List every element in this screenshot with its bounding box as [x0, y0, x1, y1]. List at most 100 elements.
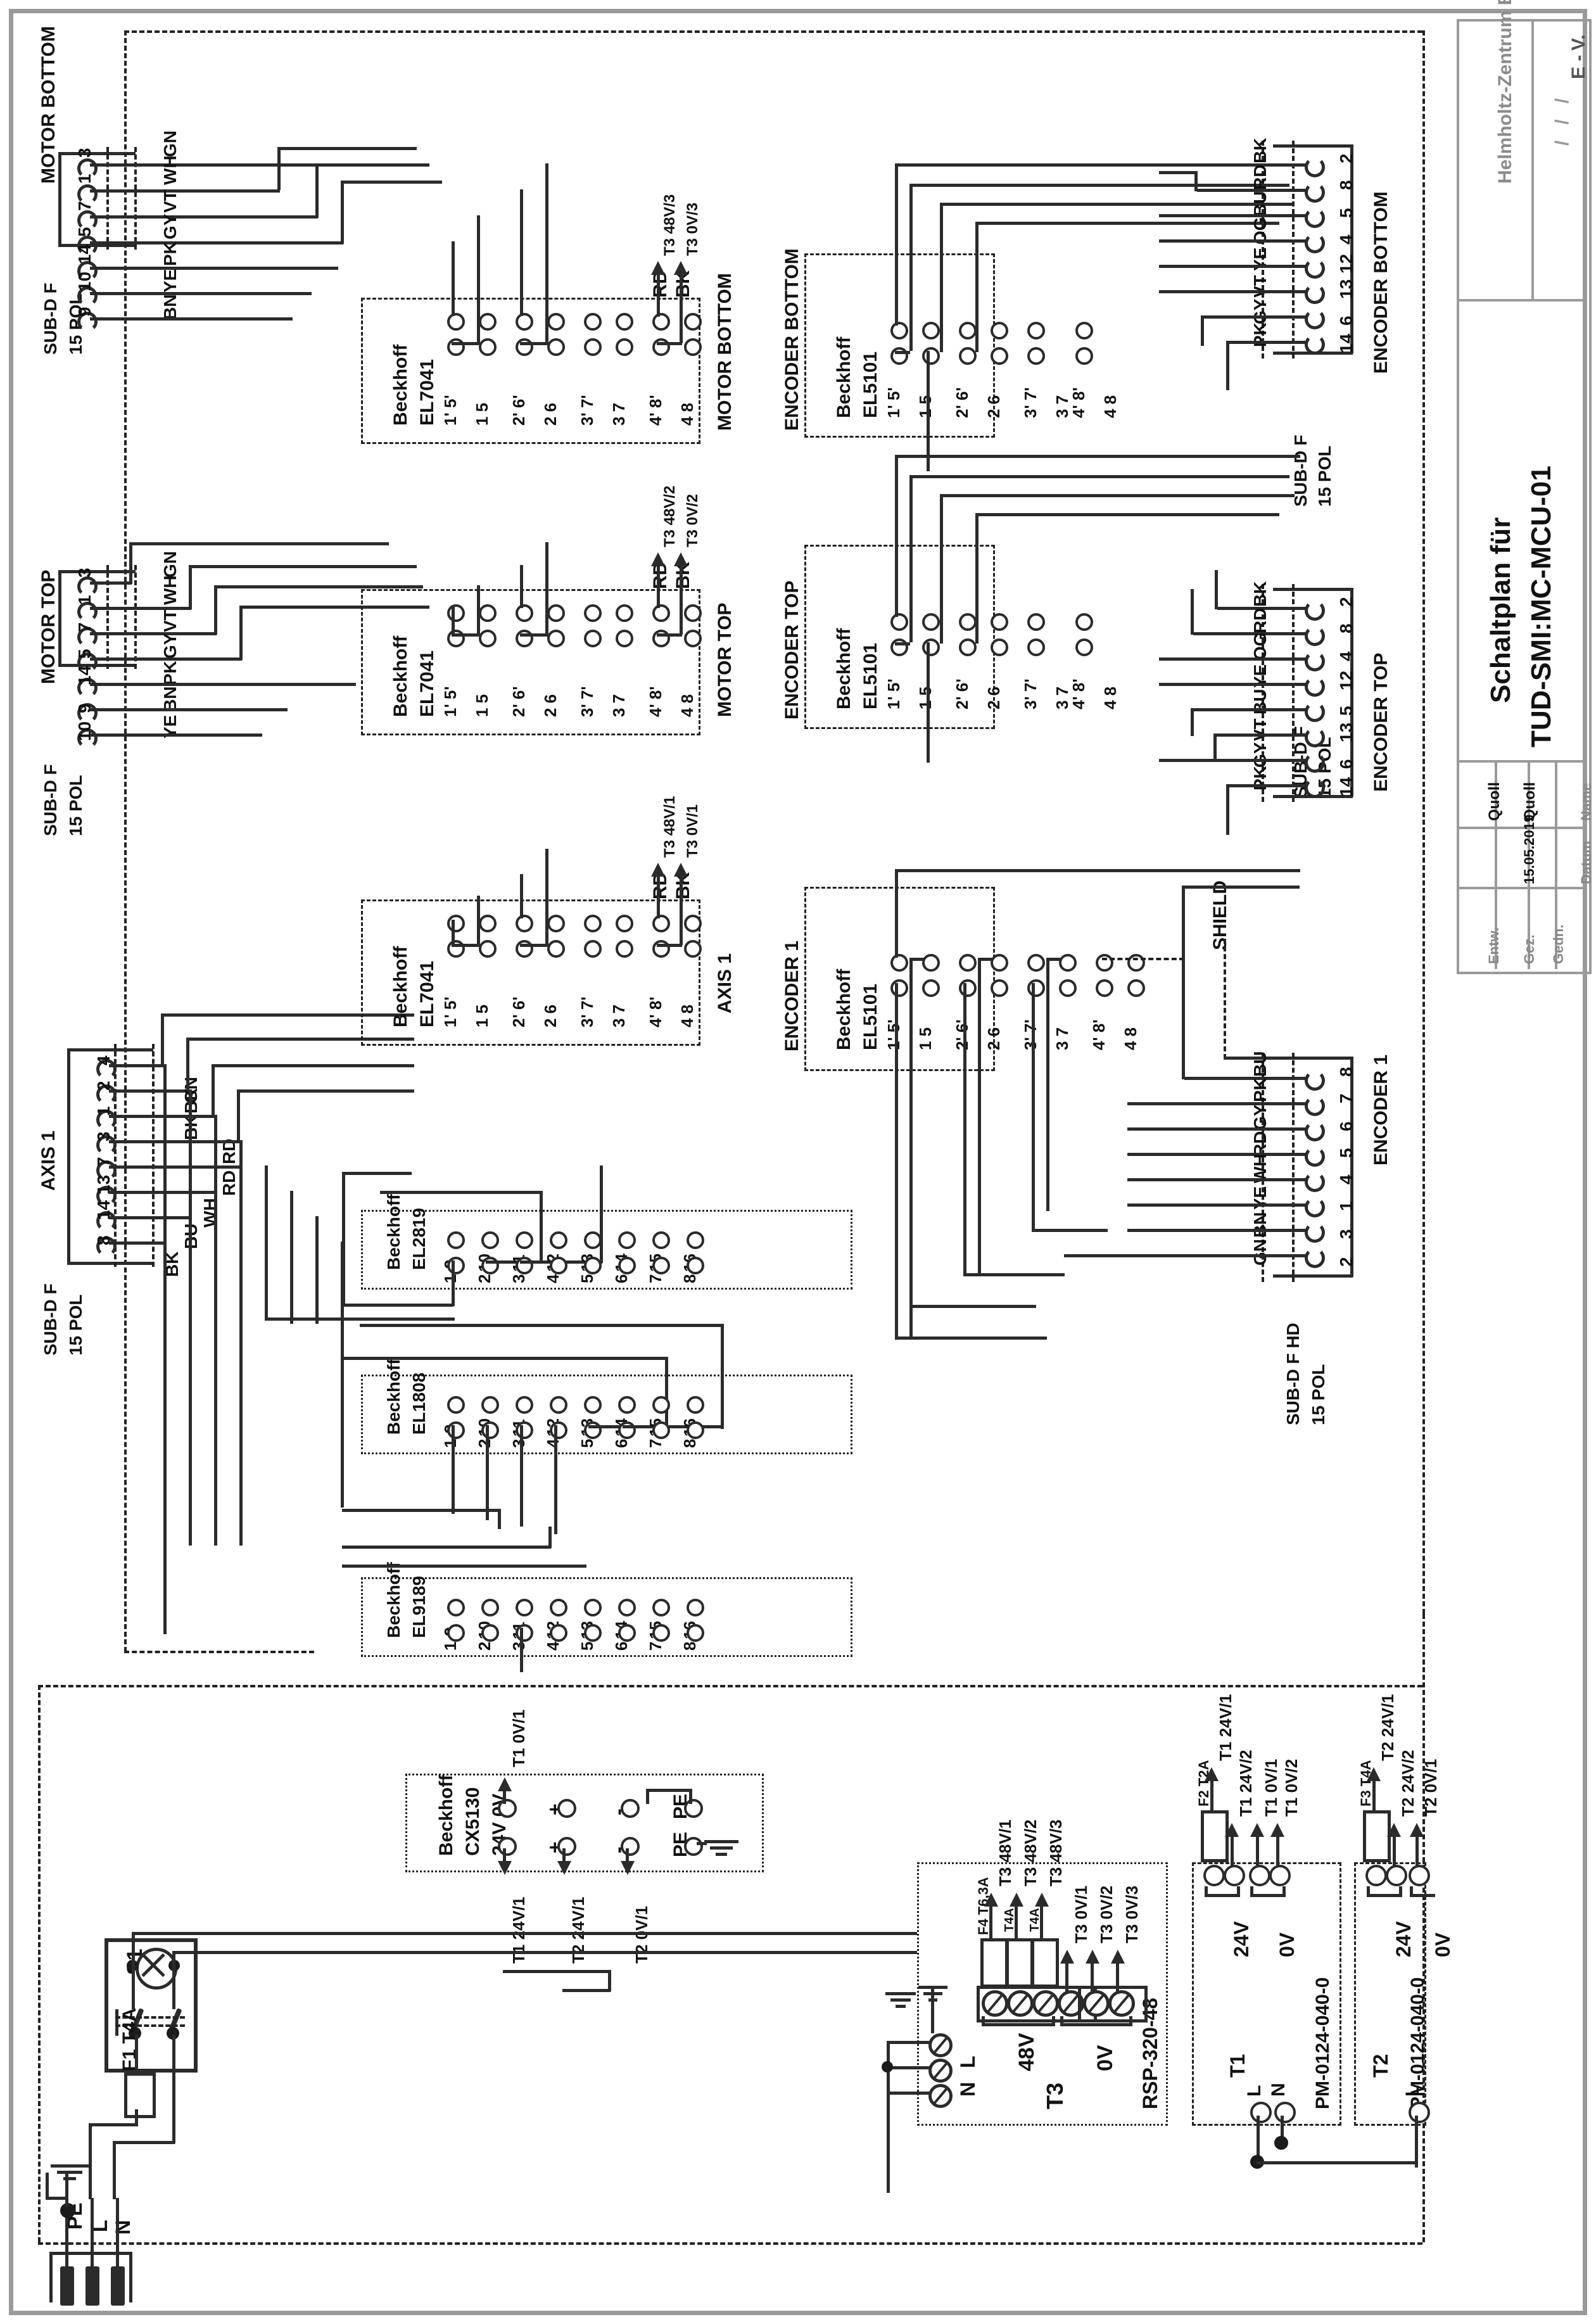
terminal[interactable]: [1027, 613, 1045, 631]
terminal-plus[interactable]: [557, 1837, 576, 1856]
terminal[interactable]: [890, 954, 908, 972]
terminal[interactable]: [481, 1231, 499, 1249]
terminal[interactable]: [479, 313, 497, 331]
terminal[interactable]: [550, 1624, 567, 1642]
terminal-pe[interactable]: [684, 1837, 703, 1856]
terminal[interactable]: [516, 1396, 533, 1414]
terminal[interactable]: [684, 313, 702, 331]
terminal-ac-l[interactable]: [1250, 2102, 1272, 2123]
terminal[interactable]: [652, 940, 670, 958]
terminal[interactable]: [584, 1421, 602, 1439]
terminal[interactable]: [652, 1257, 670, 1274]
terminal-24v-1[interactable]: [1203, 1865, 1225, 1886]
terminal[interactable]: [481, 1599, 499, 1616]
terminal[interactable]: [991, 347, 1008, 365]
terminal[interactable]: [479, 338, 497, 356]
terminal[interactable]: [959, 347, 977, 365]
terminal[interactable]: [1075, 322, 1093, 340]
terminal[interactable]: [684, 338, 702, 356]
terminal[interactable]: [1059, 954, 1077, 972]
terminal[interactable]: [479, 940, 497, 958]
terminal[interactable]: [547, 338, 565, 356]
terminal[interactable]: [584, 1599, 602, 1616]
terminal[interactable]: [516, 1624, 533, 1642]
terminal[interactable]: [618, 1257, 636, 1274]
terminal[interactable]: [584, 1257, 602, 1274]
terminal[interactable]: [991, 613, 1008, 631]
terminal[interactable]: [550, 1396, 567, 1414]
terminal[interactable]: [959, 638, 977, 656]
terminal[interactable]: [584, 338, 602, 356]
terminal[interactable]: [616, 940, 633, 958]
terminal[interactable]: [516, 1421, 533, 1439]
screw-terminal-0v-3[interactable]: [1108, 1990, 1135, 2017]
terminal[interactable]: [447, 1599, 465, 1616]
terminal[interactable]: [516, 1599, 533, 1616]
terminal[interactable]: [516, 630, 533, 647]
terminal[interactable]: [618, 1231, 636, 1249]
terminal-0v[interactable]: [498, 1837, 517, 1856]
terminal[interactable]: [1096, 979, 1113, 997]
terminal[interactable]: [652, 1231, 670, 1249]
terminal-ac-n[interactable]: [1274, 2102, 1296, 2123]
terminal[interactable]: [1096, 954, 1113, 972]
terminal[interactable]: [1127, 954, 1145, 972]
terminal[interactable]: [547, 630, 565, 647]
terminal[interactable]: [1027, 347, 1045, 365]
terminal-pe[interactable]: [684, 1799, 703, 1818]
terminal[interactable]: [890, 979, 908, 997]
terminal[interactable]: [890, 613, 908, 631]
terminal[interactable]: [959, 322, 977, 340]
terminal[interactable]: [447, 604, 465, 622]
terminal[interactable]: [618, 1624, 636, 1642]
screw-terminal-48v-2[interactable]: [1007, 1990, 1034, 2017]
terminal[interactable]: [687, 1231, 704, 1249]
terminal[interactable]: [1059, 979, 1077, 997]
terminal[interactable]: [652, 313, 670, 331]
terminal[interactable]: [447, 1231, 465, 1249]
terminal[interactable]: [616, 338, 633, 356]
screw-terminal-48v-3[interactable]: [1032, 1990, 1059, 2017]
terminal[interactable]: [687, 1257, 704, 1274]
terminal[interactable]: [616, 630, 633, 647]
terminal[interactable]: [652, 630, 670, 647]
terminal[interactable]: [684, 604, 702, 622]
terminal[interactable]: [584, 313, 602, 331]
terminal[interactable]: [1027, 638, 1045, 656]
terminal[interactable]: [447, 313, 465, 331]
terminal[interactable]: [550, 1231, 567, 1249]
terminal-minus[interactable]: [621, 1799, 640, 1818]
terminal[interactable]: [618, 1421, 636, 1439]
terminal[interactable]: [922, 954, 940, 972]
terminal[interactable]: [447, 630, 465, 647]
terminal[interactable]: [447, 940, 465, 958]
terminal[interactable]: [584, 630, 602, 647]
terminal[interactable]: [991, 322, 1008, 340]
terminal[interactable]: [547, 940, 565, 958]
terminal[interactable]: [1027, 954, 1045, 972]
terminal[interactable]: [922, 322, 940, 340]
terminal[interactable]: [616, 915, 633, 932]
terminal[interactable]: [1127, 979, 1145, 997]
terminal[interactable]: [959, 954, 977, 972]
terminal[interactable]: [479, 915, 497, 932]
terminal[interactable]: [516, 604, 533, 622]
terminal[interactable]: [687, 1421, 704, 1439]
terminal[interactable]: [481, 1257, 499, 1274]
terminal[interactable]: [584, 1231, 602, 1249]
terminal-ac-l[interactable]: [1409, 2102, 1430, 2123]
screw-terminal-48v-1[interactable]: [982, 1990, 1008, 2017]
terminal[interactable]: [481, 1421, 499, 1439]
terminal[interactable]: [547, 313, 565, 331]
terminal[interactable]: [516, 940, 533, 958]
terminal[interactable]: [447, 1257, 465, 1274]
terminal[interactable]: [516, 1231, 533, 1249]
terminal-24v-2[interactable]: [1386, 1865, 1407, 1886]
terminal[interactable]: [447, 338, 465, 356]
terminal[interactable]: [516, 338, 533, 356]
terminal[interactable]: [652, 1624, 670, 1642]
terminal[interactable]: [516, 915, 533, 932]
terminal[interactable]: [584, 915, 602, 932]
terminal[interactable]: [516, 313, 533, 331]
terminal[interactable]: [652, 1599, 670, 1616]
